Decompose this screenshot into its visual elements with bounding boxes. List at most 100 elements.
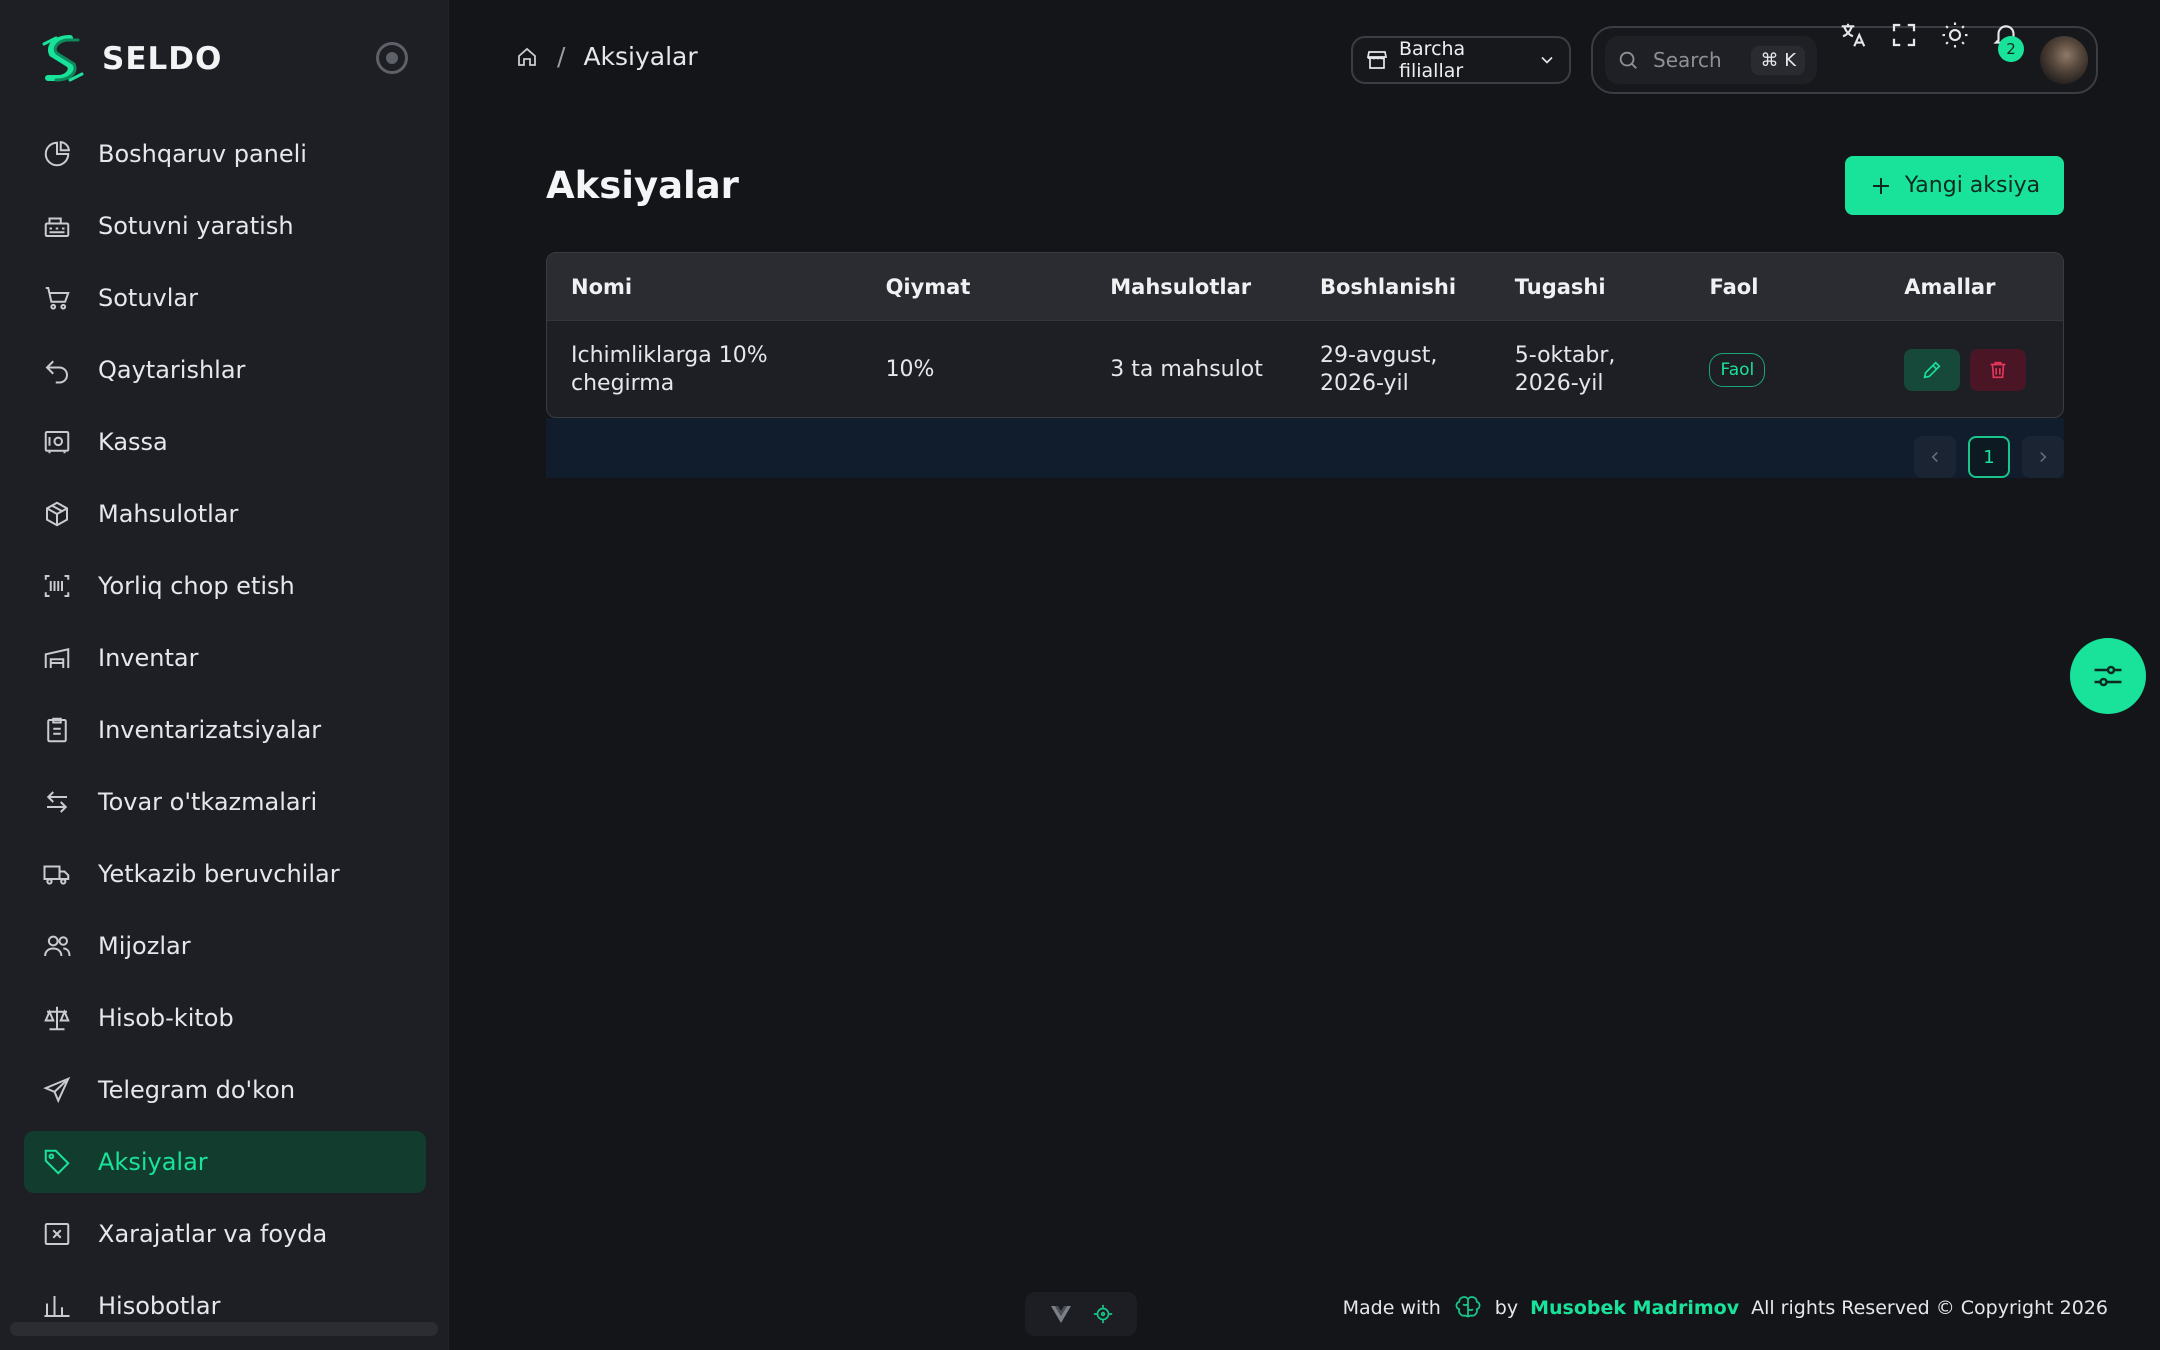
sidebar-item-label: Hisobotlar [98, 1292, 221, 1320]
trash-icon [1987, 359, 2009, 381]
search-shortcut: ⌘ K [1751, 45, 1805, 75]
breadcrumb-current: Aksiyalar [583, 42, 698, 71]
sidebar-item-sotuvni-yaratish[interactable]: Sotuvni yaratish [24, 195, 426, 257]
footer-by: by [1494, 1297, 1519, 1319]
brand-name: SELDO [102, 41, 223, 77]
safe-icon [42, 427, 72, 457]
send-icon [42, 1075, 72, 1105]
sidebar-item-label: Mijozlar [98, 932, 191, 960]
vue-logo-icon[interactable] [1049, 1302, 1073, 1326]
table-row[interactable]: Ichimliklarga 10% chegirma 10% 3 ta mahs… [547, 320, 2063, 417]
sidebar-item-mahsulotlar[interactable]: Mahsulotlar [24, 483, 426, 545]
sidebar-collapse-toggle[interactable] [376, 42, 408, 74]
sidebar-item-yetkazib-beruvchilar[interactable]: Yetkazib beruvchilar [24, 843, 426, 905]
sidebar-item-label: Yorliq chop etish [98, 572, 295, 600]
radio-dot-icon [386, 52, 398, 64]
sidebar-item-telegram-dokon[interactable]: Telegram do'kon [24, 1059, 426, 1121]
target-icon[interactable] [1092, 1303, 1114, 1325]
search-input[interactable]: Search ⌘ K [1605, 36, 1817, 84]
sidebar-item-label: Yetkazib beruvchilar [98, 860, 340, 888]
topbar: / Aksiyalar Barcha filiallar Search ⌘ K [449, 0, 2160, 120]
cell-actions [1880, 349, 2063, 391]
sidebar-item-label: Sotuvlar [98, 284, 198, 312]
status-badge: Faol [1709, 353, 1766, 387]
return-arrow-icon [42, 355, 72, 385]
sidebar-item-label: Inventarizatsiyalar [98, 716, 322, 744]
logo-icon [40, 34, 86, 84]
sun-icon[interactable] [1940, 20, 1970, 50]
new-promotion-button[interactable]: Yangi aksiya [1845, 156, 2064, 215]
footer-made-with: Made with [1342, 1297, 1441, 1319]
column-header[interactable]: Mahsulotlar [1086, 273, 1296, 301]
column-header[interactable]: Amallar [1880, 273, 2063, 301]
breadcrumb-separator: / [557, 42, 566, 71]
plus-icon [1869, 174, 1893, 198]
cell-active: Faol [1685, 353, 1880, 387]
prev-page-button[interactable] [1914, 436, 1956, 478]
delete-button[interactable] [1970, 349, 2027, 391]
sidebar-item-label: Kassa [98, 428, 168, 456]
pagination: 1 [546, 418, 2064, 478]
search-placeholder: Search [1653, 48, 1722, 72]
sidebar-item-inventar[interactable]: Inventar [24, 627, 426, 689]
translate-icon[interactable] [1838, 20, 1868, 50]
sidebar-item-label: Qaytarishlar [98, 356, 246, 384]
sidebar: SELDO Boshqaruv paneli Sotuvni yaratish … [0, 0, 449, 1350]
column-header[interactable]: Faol [1685, 273, 1880, 301]
breadcrumb: / Aksiyalar [515, 42, 698, 71]
pie-chart-icon [42, 139, 72, 169]
users-icon [42, 931, 72, 961]
sidebar-scrollbar[interactable] [10, 1322, 438, 1336]
branch-select-value: Barcha filiallar [1399, 38, 1466, 82]
column-header[interactable]: Tugashi [1491, 273, 1686, 301]
cart-icon [42, 283, 72, 313]
fullscreen-icon[interactable] [1889, 20, 1919, 50]
page-button-current[interactable]: 1 [1968, 436, 2010, 478]
edit-button[interactable] [1904, 349, 1961, 391]
sidebar-item-label: Aksiyalar [98, 1148, 208, 1176]
customizer-button[interactable] [2070, 638, 2146, 714]
home-icon[interactable] [515, 45, 539, 69]
sidebar-item-label: Inventar [98, 644, 199, 672]
brand[interactable]: SELDO [40, 34, 222, 84]
receipt-x-icon [42, 1219, 72, 1249]
sidebar-item-qaytarishlar[interactable]: Qaytarishlar [24, 339, 426, 401]
branch-select[interactable]: Barcha filiallar [1351, 36, 1571, 84]
store-icon [1365, 48, 1389, 72]
sidebar-item-yorliq-chop-etish[interactable]: Yorliq chop etish [24, 555, 426, 617]
chevron-down-icon [1537, 50, 1557, 70]
scale-icon [42, 1003, 72, 1033]
sidebar-item-mijozlar[interactable]: Mijozlar [24, 915, 426, 977]
chart-icon [42, 1291, 72, 1321]
sidebar-item-aksiyalar[interactable]: Aksiyalar [24, 1131, 426, 1193]
table-header: Nomi Qiymat Mahsulotlar Boshlanishi Tuga… [547, 253, 2063, 320]
column-header[interactable]: Boshlanishi [1296, 273, 1491, 301]
sidebar-item-label: Hisob-kitob [98, 1004, 234, 1032]
cell-name: Ichimliklarga 10% chegirma [571, 343, 768, 396]
sidebar-item-xarajatlar-va-foyda[interactable]: Xarajatlar va foyda [24, 1203, 426, 1265]
brain-icon [1453, 1293, 1483, 1323]
new-promotion-label: Yangi aksiya [1904, 173, 2041, 198]
sidebar-item-label: Mahsulotlar [98, 500, 239, 528]
sidebar-item-hisob-kitob[interactable]: Hisob-kitob [24, 987, 426, 1049]
warehouse-icon [42, 643, 72, 673]
sidebar-item-label: Boshqaruv paneli [98, 140, 307, 168]
avatar[interactable] [2040, 36, 2088, 84]
sidebar-item-tovar-otkazmalari[interactable]: Tovar o'tkazmalari [24, 771, 426, 833]
sidebar-item-label: Tovar o'tkazmalari [98, 788, 318, 816]
column-header[interactable]: Qiymat [862, 273, 1087, 301]
column-header[interactable]: Nomi [547, 273, 862, 301]
sidebar-item-kassa[interactable]: Kassa [24, 411, 426, 473]
notification-badge: 2 [1998, 36, 2024, 62]
search-icon [1617, 49, 1639, 71]
promotions-table: Nomi Qiymat Mahsulotlar Boshlanishi Tuga… [546, 252, 2064, 418]
cell-value: 10% [885, 357, 935, 382]
footer: Made with by Musobek Madrimov All rights… [1343, 1293, 2108, 1323]
sidebar-item-inventarizatsiyalar[interactable]: Inventarizatsiyalar [24, 699, 426, 761]
footer-author-link[interactable]: Musobek Madrimov [1530, 1297, 1739, 1319]
sidebar-item-boshqaruv-paneli[interactable]: Boshqaruv paneli [24, 123, 426, 185]
sidebar-item-sotuvlar[interactable]: Sotuvlar [24, 267, 426, 329]
sliders-icon [2090, 658, 2126, 694]
truck-icon [42, 859, 72, 889]
next-page-button[interactable] [2022, 436, 2064, 478]
